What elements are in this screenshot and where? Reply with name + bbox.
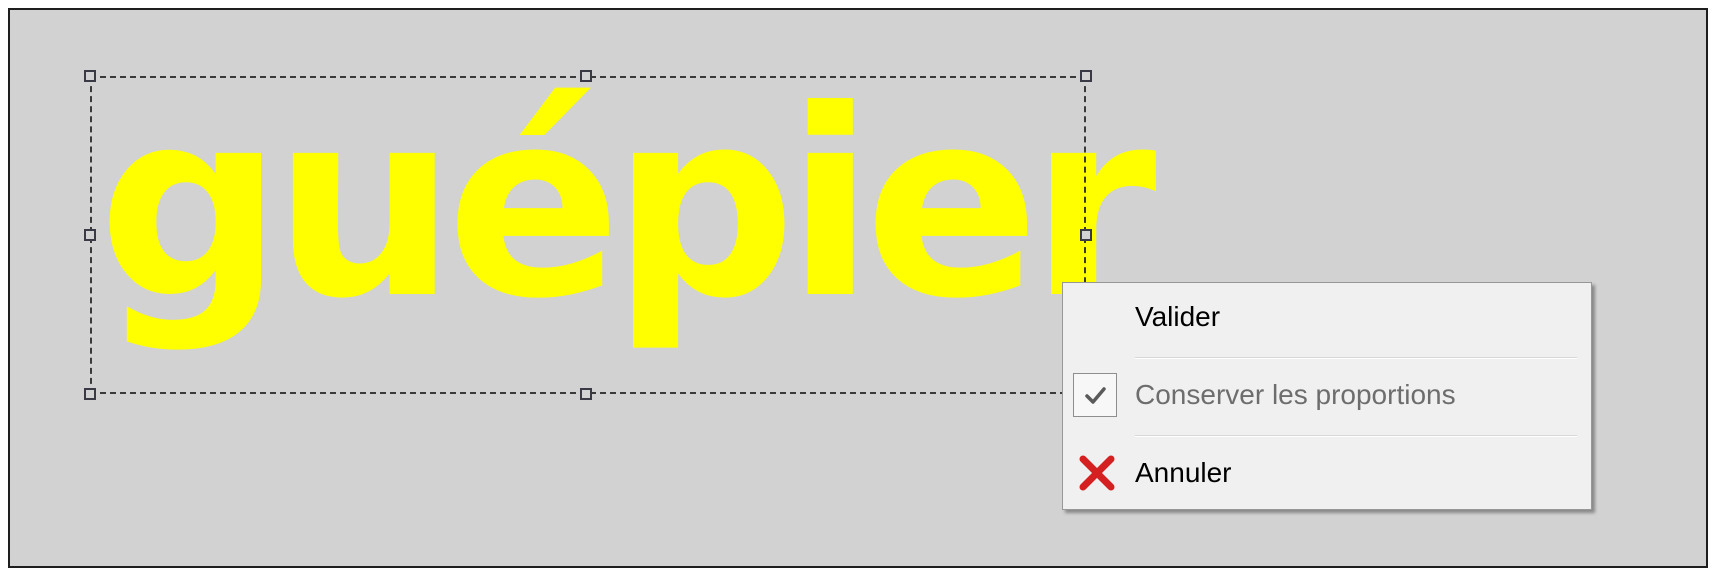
selection-box[interactable] xyxy=(90,76,1086,394)
resize-handle-bottom-center[interactable] xyxy=(580,388,592,400)
resize-handle-top-right[interactable] xyxy=(1080,70,1092,82)
checkmark-icon xyxy=(1073,373,1117,417)
menu-item-annuler[interactable]: Annuler xyxy=(1063,443,1591,503)
menu-separator xyxy=(1135,435,1577,437)
menu-separator xyxy=(1135,357,1577,359)
resize-handle-top-center[interactable] xyxy=(580,70,592,82)
menu-item-valider[interactable]: Valider xyxy=(1063,287,1591,347)
context-menu: Valider Conserver les proportions Annule… xyxy=(1062,282,1592,510)
resize-handle-bottom-left[interactable] xyxy=(84,388,96,400)
resize-handle-top-left[interactable] xyxy=(84,70,96,82)
resize-handle-middle-left[interactable] xyxy=(84,229,96,241)
menu-item-conserver-proportions[interactable]: Conserver les proportions xyxy=(1063,365,1591,425)
menu-item-label: Annuler xyxy=(1135,457,1232,488)
red-x-cancel-icon xyxy=(1077,453,1117,493)
menu-item-label: Conserver les proportions xyxy=(1135,379,1456,410)
resize-handle-middle-right[interactable] xyxy=(1080,229,1092,241)
menu-item-label: Valider xyxy=(1135,301,1221,332)
image-canvas[interactable]: guépier Valider Conserver les proportion… xyxy=(8,8,1708,568)
